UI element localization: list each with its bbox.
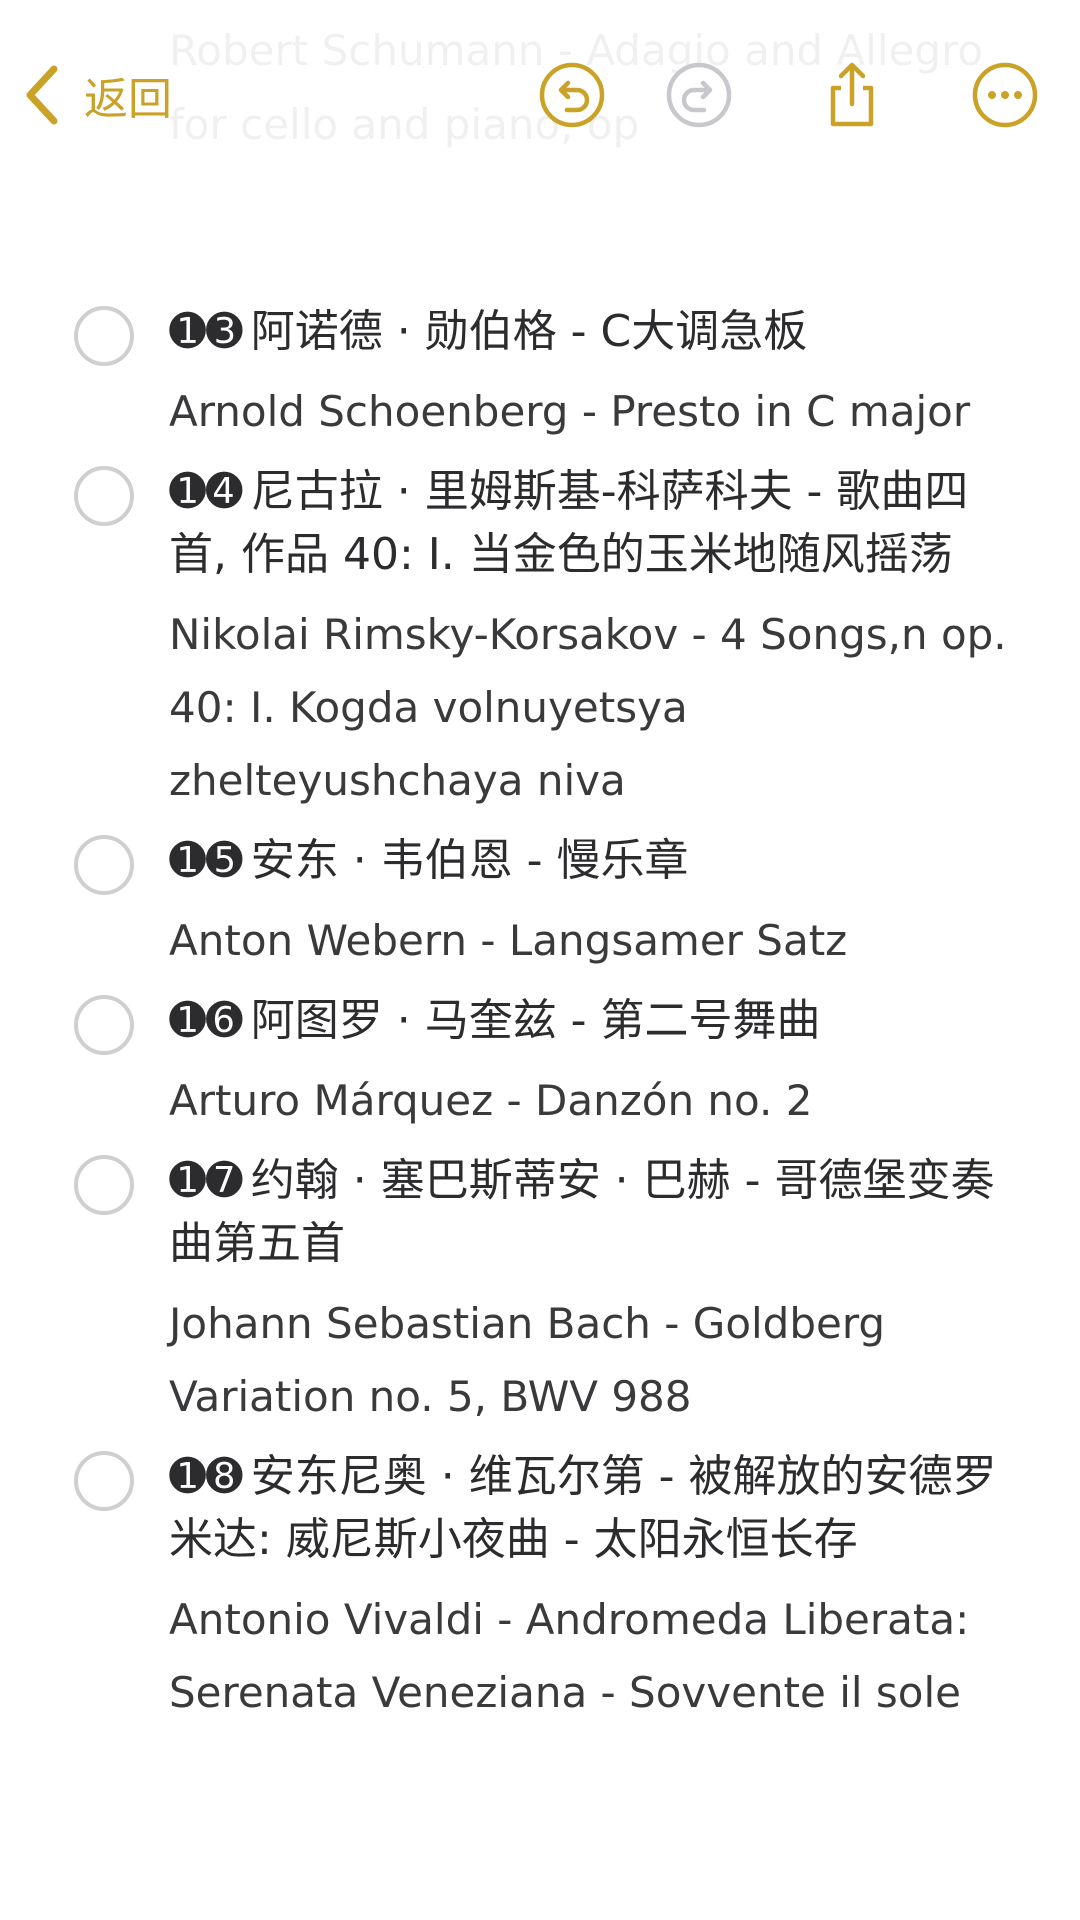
checkbox[interactable]: [74, 1451, 134, 1511]
english-title[interactable]: Antonio Vivaldi - Andromeda Liberata: Se…: [169, 1583, 1020, 1729]
more-button[interactable]: [970, 60, 1040, 130]
navigation-bar: 返回: [0, 0, 1080, 200]
redo-button[interactable]: [664, 60, 734, 130]
checklist: ➊➌ 阿诺德 · 勋伯格 - C大调急板 Arnold Schoenberg - …: [0, 300, 1080, 1729]
chevron-left-icon: [26, 65, 58, 125]
chinese-title[interactable]: ➊➑ 安东尼奥 · 维瓦尔第 - 被解放的安德罗米达: 威尼斯小夜曲 - 太阳永恒…: [169, 1445, 1020, 1571]
english-title[interactable]: Arnold Schoenberg - Presto in C major: [169, 375, 1020, 448]
checkbox[interactable]: [74, 466, 134, 526]
checkbox[interactable]: [74, 995, 134, 1055]
english-title[interactable]: Nikolai Rimsky-Korsakov - 4 Songs,n op. …: [169, 598, 1020, 817]
chinese-title-text: 约翰 · 塞巴斯蒂安 · 巴赫 - 哥德堡变奏曲第五首: [169, 1155, 995, 1269]
chinese-title[interactable]: ➊➌ 阿诺德 · 勋伯格 - C大调急板: [169, 300, 1020, 363]
chinese-title-text: 安东尼奥 · 维瓦尔第 - 被解放的安德罗米达: 威尼斯小夜曲 - 太阳永恒长存: [169, 1451, 997, 1565]
chinese-title[interactable]: ➊➎ 安东 · 韦伯恩 - 慢乐章: [169, 829, 1020, 892]
chinese-title-text: 安东 · 韦伯恩 - 慢乐章: [250, 835, 689, 886]
item-number: ➊➍: [169, 466, 243, 517]
chinese-title[interactable]: ➊➏ 阿图罗 · 马奎兹 - 第二号舞曲: [169, 989, 1020, 1052]
item-number: ➊➐: [169, 1155, 243, 1206]
share-button[interactable]: [817, 60, 887, 130]
back-label: 返回: [84, 74, 172, 125]
redo-icon: [666, 62, 732, 128]
checklist-item: ➊➍ 尼古拉 · 里姆斯基-科萨科夫 - 歌曲四首, 作品 40: I. 当金色的…: [0, 460, 1080, 817]
english-title[interactable]: Johann Sebastian Bach - Goldberg Variati…: [169, 1287, 1020, 1433]
checklist-item: ➊➏ 阿图罗 · 马奎兹 - 第二号舞曲 Arturo Márquez - Dan…: [0, 989, 1080, 1137]
item-number: ➊➎: [169, 835, 243, 886]
checklist-item: ➊➐ 约翰 · 塞巴斯蒂安 · 巴赫 - 哥德堡变奏曲第五首 Johann Seb…: [0, 1149, 1080, 1433]
chinese-title-text: 尼古拉 · 里姆斯基-科萨科夫 - 歌曲四首, 作品 40: I. 当金色的玉米…: [169, 466, 969, 580]
checkbox[interactable]: [74, 306, 134, 366]
checkbox[interactable]: [74, 835, 134, 895]
item-number: ➊➑: [169, 1451, 243, 1502]
undo-icon: [539, 62, 605, 128]
chinese-title-text: 阿图罗 · 马奎兹 - 第二号舞曲: [250, 995, 821, 1046]
english-title[interactable]: Arturo Márquez - Danzón no. 2: [169, 1064, 1020, 1137]
checkbox[interactable]: [74, 1155, 134, 1215]
chinese-title[interactable]: ➊➐ 约翰 · 塞巴斯蒂安 · 巴赫 - 哥德堡变奏曲第五首: [169, 1149, 1020, 1275]
english-title[interactable]: Anton Webern - Langsamer Satz: [169, 904, 1020, 977]
undo-button[interactable]: [537, 60, 607, 130]
chinese-title[interactable]: ➊➍ 尼古拉 · 里姆斯基-科萨科夫 - 歌曲四首, 作品 40: I. 当金色的…: [169, 460, 1020, 586]
checklist-item: ➊➎ 安东 · 韦伯恩 - 慢乐章 Anton Webern - Langsame…: [0, 829, 1080, 977]
chinese-title-text: 阿诺德 · 勋伯格 - C大调急板: [250, 306, 808, 357]
item-number: ➊➌: [169, 306, 243, 357]
item-number: ➊➏: [169, 995, 243, 1046]
checklist-item: ➊➌ 阿诺德 · 勋伯格 - C大调急板 Arnold Schoenberg - …: [0, 300, 1080, 448]
back-button[interactable]: 返回: [20, 60, 172, 130]
more-icon: [972, 62, 1038, 128]
checklist-item: ➊➑ 安东尼奥 · 维瓦尔第 - 被解放的安德罗米达: 威尼斯小夜曲 - 太阳永恒…: [0, 1445, 1080, 1729]
share-icon: [830, 62, 874, 127]
